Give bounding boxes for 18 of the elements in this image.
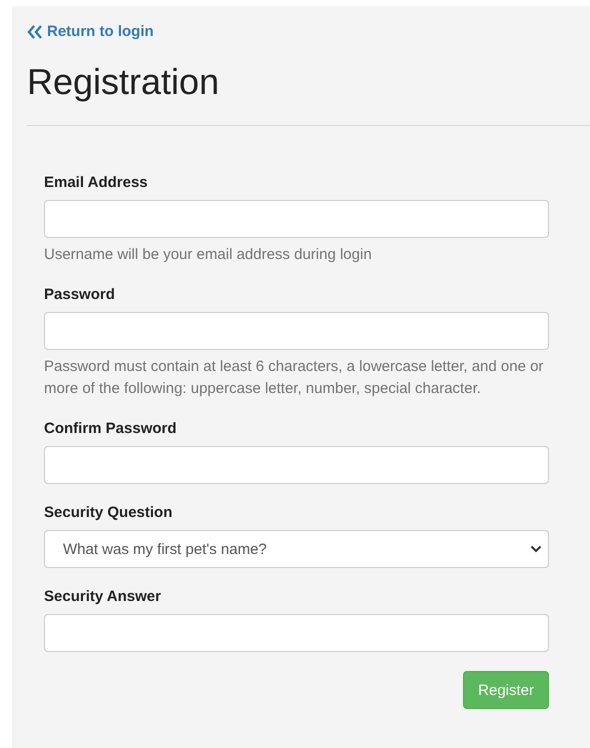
double-chevron-left-icon (27, 25, 43, 39)
field-label: Security Question (44, 503, 174, 523)
page-title: Registration (27, 60, 220, 104)
input-field[interactable] (44, 312, 549, 350)
input-field[interactable] (44, 614, 549, 652)
help-text: Username will be your email address during login (44, 245, 373, 265)
register-button[interactable]: Register (463, 671, 549, 709)
field-label: Password (44, 285, 116, 305)
input-field[interactable] (44, 446, 549, 484)
input-field[interactable] (44, 200, 549, 238)
field-label: Email Address (44, 173, 149, 193)
field-label: Confirm Password (44, 419, 178, 439)
select-field[interactable]: What was my first pet's name? (44, 530, 549, 568)
chevron-down-icon (530, 545, 542, 553)
field-label: Security Answer (44, 587, 162, 607)
back-link[interactable]: Return to login (27, 23, 154, 41)
back-link-label: Return to login (47, 23, 154, 41)
help-text: Password must contain at least 6 characters, a lowercase letter, and one or more of the following: uppercase letter, number, special character. (44, 357, 544, 399)
